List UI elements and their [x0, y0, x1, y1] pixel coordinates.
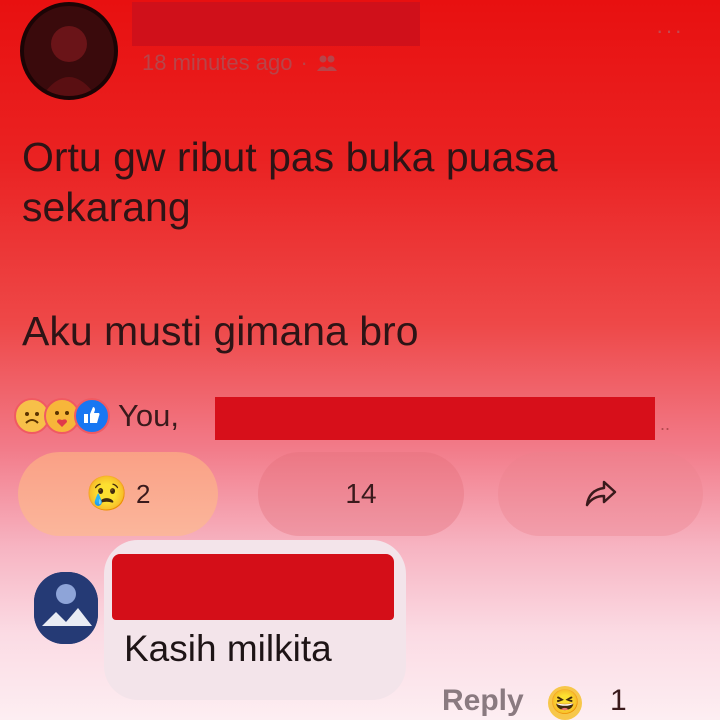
- react-button[interactable]: 😢 2: [18, 452, 218, 536]
- friends-icon: [316, 55, 337, 71]
- post-meta: 18 minutes ago ·: [142, 50, 338, 76]
- poster-avatar[interactable]: [20, 2, 118, 100]
- commenter-name-redaction: [112, 554, 394, 620]
- reaction-names: You,: [118, 398, 179, 433]
- post-text: Ortu gw ribut pas buka puasa sekarang Ak…: [22, 132, 702, 356]
- sad-crying-icon: 😢: [85, 475, 128, 513]
- reaction-names-more: ..: [660, 414, 671, 434]
- post-line-2: Aku musti gimana bro: [22, 308, 419, 354]
- laughing-face-icon[interactable]: 😆: [548, 686, 582, 720]
- reply-button[interactable]: Reply: [442, 684, 524, 718]
- more-options-button[interactable]: ···: [656, 18, 684, 44]
- reactions-summary[interactable]: You,: [14, 398, 179, 434]
- post-line-1: Ortu gw ribut pas buka puasa sekarang: [22, 134, 558, 230]
- avatar-image: [34, 572, 98, 644]
- reaction-names-redaction: [215, 397, 655, 440]
- react-count: 2: [135, 478, 151, 509]
- poster-name-redaction: [132, 2, 420, 46]
- comment-reaction-count: 1: [610, 684, 627, 717]
- avatar-image: [42, 26, 96, 96]
- share-button[interactable]: [498, 452, 703, 536]
- comment-text: Kasih milkita: [124, 628, 332, 669]
- share-arrow-icon: [585, 480, 616, 507]
- comment-button[interactable]: 14: [258, 452, 464, 536]
- post-time[interactable]: 18 minutes ago: [142, 50, 292, 76]
- meta-separator: ·: [300, 50, 308, 75]
- commenter-avatar[interactable]: [34, 572, 98, 644]
- like-thumb-icon: [74, 398, 110, 434]
- comment-count: 14: [345, 478, 377, 509]
